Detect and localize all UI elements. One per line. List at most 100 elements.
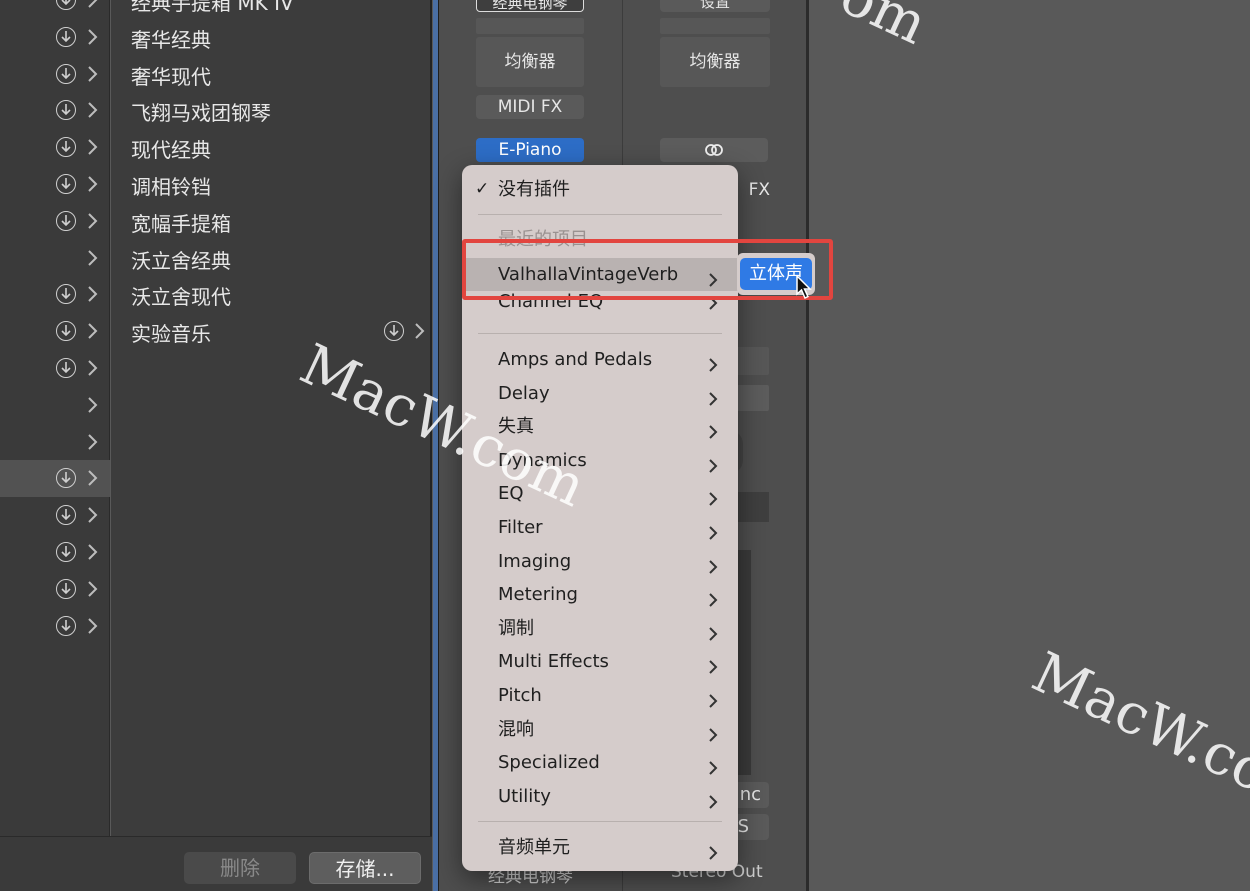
download-icon[interactable] xyxy=(56,174,76,194)
category-row[interactable] xyxy=(0,460,110,498)
menu-item-label: Delay xyxy=(498,382,550,404)
category-row[interactable] xyxy=(0,56,110,93)
preset-row[interactable]: 沃立舍现代 xyxy=(111,276,432,313)
category-row[interactable] xyxy=(0,424,110,461)
preset-row[interactable]: 宽幅手提箱 xyxy=(111,203,432,240)
chevron-right-icon[interactable] xyxy=(86,580,98,598)
preset-row[interactable]: 飞翔马戏团钢琴 xyxy=(111,92,432,129)
chevron-right-icon[interactable] xyxy=(86,28,98,46)
preset-label: 沃立舍经典 xyxy=(131,248,231,273)
preset-row[interactable]: 沃立舍经典 xyxy=(111,240,432,277)
chevron-right-icon[interactable] xyxy=(86,433,98,451)
menu-item-category[interactable]: 混响 xyxy=(462,713,738,746)
preset-row[interactable]: 奢华现代 xyxy=(111,56,432,93)
download-icon[interactable] xyxy=(56,100,76,121)
annotation-highlight-box xyxy=(462,239,833,300)
download-icon[interactable] xyxy=(56,63,76,84)
menu-item-category[interactable]: Multi Effects xyxy=(462,645,738,678)
link-rings-icon xyxy=(705,144,723,156)
download-icon[interactable] xyxy=(56,542,76,562)
menu-item-label: Imaging xyxy=(498,550,572,572)
category-row[interactable] xyxy=(0,129,110,166)
menu-item-label: Utility xyxy=(498,785,551,807)
menu-item-category[interactable]: Amps and Pedals xyxy=(462,343,738,376)
category-row[interactable] xyxy=(0,608,110,645)
menu-item-category[interactable]: Utility xyxy=(462,780,738,813)
download-icon[interactable] xyxy=(56,615,76,636)
preset-row[interactable]: 调相铃铛 xyxy=(111,166,432,203)
stereo-link-button[interactable] xyxy=(660,138,768,162)
preset-action-column xyxy=(0,0,110,891)
chevron-right-icon[interactable] xyxy=(86,175,98,193)
download-icon[interactable] xyxy=(56,321,76,342)
category-row[interactable] xyxy=(0,313,110,350)
category-row[interactable] xyxy=(0,240,110,277)
preset-row[interactable]: 现代经典 xyxy=(111,129,432,166)
chevron-right-icon[interactable] xyxy=(86,359,98,377)
preset-row[interactable]: 实验音乐 xyxy=(111,313,432,350)
preset-label: 调相铃铛 xyxy=(131,175,211,199)
chevron-right-icon[interactable] xyxy=(86,322,98,340)
menu-item-category[interactable]: Imaging xyxy=(462,545,738,578)
category-row[interactable] xyxy=(0,19,110,56)
category-row[interactable] xyxy=(0,92,110,129)
category-row[interactable] xyxy=(0,0,110,19)
chevron-right-icon[interactable] xyxy=(86,212,98,230)
chevron-right-icon[interactable] xyxy=(86,285,98,303)
patch-name-slot[interactable]: 经典电钢琴 xyxy=(476,0,584,12)
menu-item-audio-units[interactable]: 音频单元 xyxy=(462,831,738,864)
download-icon[interactable] xyxy=(56,284,76,305)
category-row[interactable] xyxy=(0,203,110,240)
menu-item-label: Multi Effects xyxy=(498,651,609,673)
chevron-right-icon[interactable] xyxy=(86,506,98,524)
chevron-right-icon[interactable] xyxy=(86,65,98,83)
output-eq-thumbnail[interactable]: 均衡器 xyxy=(660,37,770,87)
output-setting-thin-slot[interactable] xyxy=(660,18,770,34)
preset-label: 现代经典 xyxy=(131,138,211,163)
instrument-slot[interactable]: E-Piano xyxy=(476,138,584,162)
menu-item-category[interactable]: Filter xyxy=(462,511,738,544)
chevron-right-icon[interactable] xyxy=(86,469,98,487)
chevron-right-icon xyxy=(708,839,718,872)
category-row[interactable] xyxy=(0,534,110,571)
menu-item-no-plugin[interactable]: ✓ 没有插件 xyxy=(462,173,738,206)
menu-item-category[interactable]: Pitch xyxy=(462,679,738,712)
chevron-right-icon[interactable] xyxy=(86,396,98,414)
chevron-right-icon[interactable] xyxy=(86,249,98,267)
download-icon[interactable] xyxy=(56,468,76,489)
download-icon[interactable] xyxy=(56,578,76,599)
preset-label: 奢华经典 xyxy=(131,27,211,52)
category-row[interactable] xyxy=(0,571,110,608)
menu-item-label: 混响 xyxy=(498,718,534,740)
menu-item-category[interactable]: Specialized xyxy=(462,746,738,779)
chevron-right-icon[interactable] xyxy=(86,0,98,9)
category-row[interactable] xyxy=(0,387,110,424)
output-setting-slot[interactable]: 设置 xyxy=(660,0,770,12)
category-row[interactable] xyxy=(0,276,110,313)
chevron-right-icon[interactable] xyxy=(86,138,98,156)
preset-row[interactable]: 奢华经典 xyxy=(111,19,432,56)
menu-item-category[interactable]: 调制 xyxy=(462,612,738,645)
chevron-right-icon[interactable] xyxy=(86,543,98,561)
download-icon[interactable] xyxy=(56,505,76,526)
chevron-right-icon[interactable] xyxy=(86,101,98,119)
download-icon[interactable] xyxy=(56,26,76,47)
menu-item-category[interactable]: Metering xyxy=(462,578,738,611)
preset-row[interactable]: 经典手提箱 MK IV xyxy=(111,0,432,19)
download-icon[interactable] xyxy=(56,0,76,10)
download-icon[interactable] xyxy=(56,210,76,231)
chevron-right-icon[interactable] xyxy=(86,617,98,635)
setting-slot[interactable] xyxy=(476,18,584,34)
delete-button[interactable]: 删除 xyxy=(184,852,296,884)
chevron-right-icon[interactable] xyxy=(413,322,425,340)
midi-fx-slot[interactable]: MIDI FX xyxy=(476,95,584,119)
save-button[interactable]: 存储... xyxy=(309,852,421,884)
eq-thumbnail[interactable]: 均衡器 xyxy=(476,37,584,87)
category-row[interactable] xyxy=(0,350,110,387)
download-icon[interactable] xyxy=(56,137,76,158)
download-icon[interactable] xyxy=(384,321,404,342)
menu-item-category[interactable]: Delay xyxy=(462,377,738,410)
category-row[interactable] xyxy=(0,497,110,534)
download-icon[interactable] xyxy=(56,358,76,378)
category-row[interactable] xyxy=(0,166,110,203)
